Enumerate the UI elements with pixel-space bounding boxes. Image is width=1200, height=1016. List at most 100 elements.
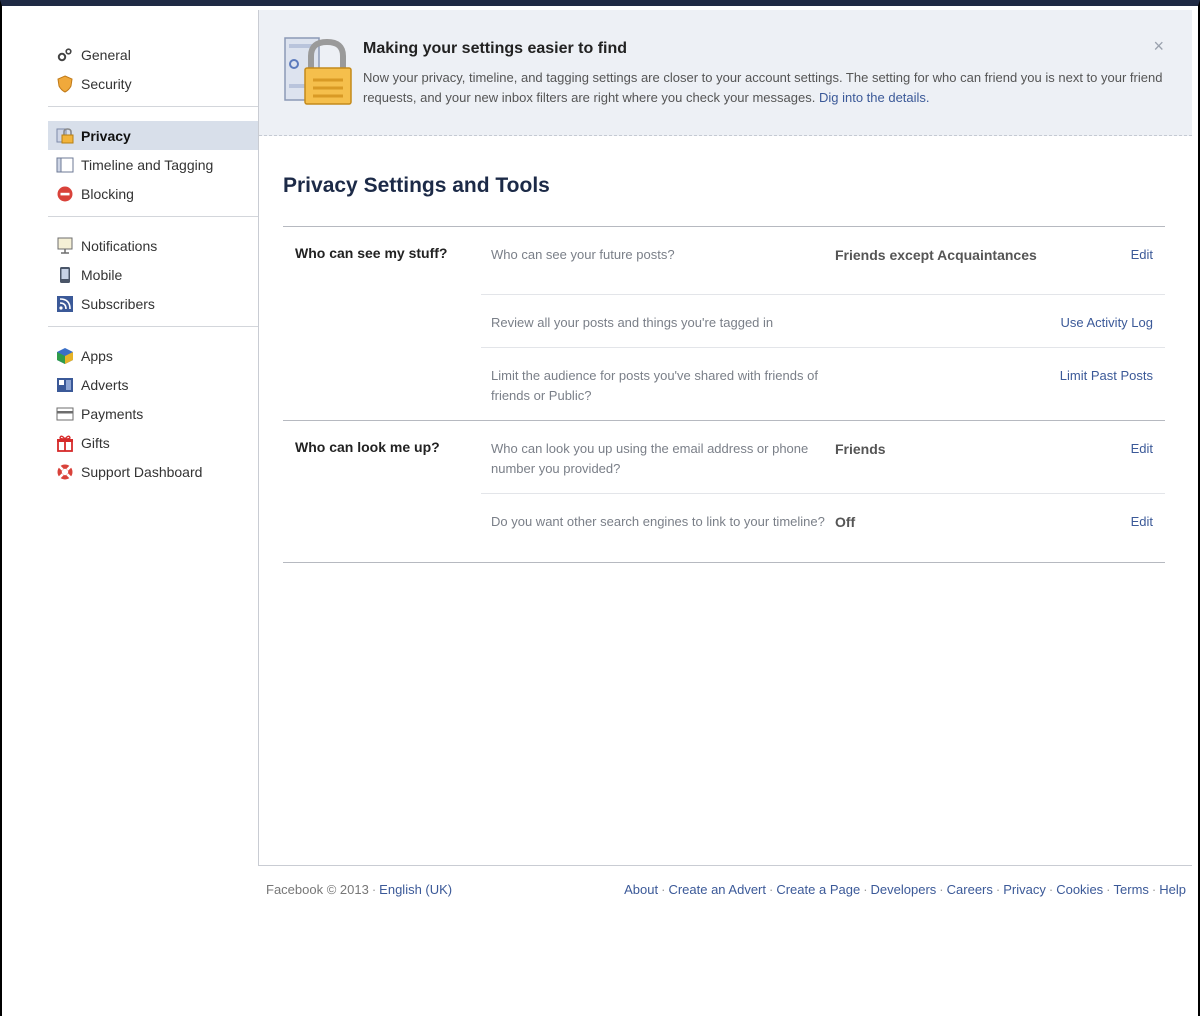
sidebar-item-security[interactable]: Security (48, 69, 258, 98)
edit-future-posts-link[interactable]: Edit (1131, 247, 1153, 262)
sidebar-item-mobile[interactable]: Mobile (48, 260, 258, 289)
sidebar-item-label: Subscribers (81, 295, 155, 312)
notice-title: Making your settings easier to find (363, 40, 628, 57)
setting-value (835, 366, 1045, 406)
use-activity-log-link[interactable]: Use Activity Log (1061, 315, 1154, 330)
sidebar-group-account: General Security (48, 36, 258, 107)
footer-separator: · (863, 882, 868, 897)
sidebar-item-notifications[interactable]: Notifications (48, 231, 258, 260)
sidebar-item-gifts[interactable]: Gifts (48, 428, 258, 457)
sidebar-item-label: Security (81, 75, 132, 92)
footer-separator: · (995, 882, 1001, 897)
page-title: Privacy Settings and Tools (283, 174, 550, 197)
notice-body: Now your privacy, timeline, and tagging … (363, 68, 1163, 108)
sidebar-item-subscribers[interactable]: Subscribers (48, 289, 258, 318)
setting-question: Who can see your future posts? (491, 247, 675, 262)
close-icon[interactable]: × (1153, 36, 1164, 57)
footer-left: Facebook © 2013 · English (UK) (266, 882, 452, 897)
footer-link-cookies[interactable]: Cookies (1056, 882, 1103, 897)
sidebar-group-apps: Apps Adverts Payments Gifts Support Dash… (48, 337, 258, 494)
block-icon (57, 186, 73, 201)
sidebar-item-adverts[interactable]: Adverts (48, 370, 258, 399)
timeline-icon (56, 157, 74, 172)
section-label: Who can see my stuff? (295, 245, 448, 261)
sidebar-item-label: Support Dashboard (81, 463, 203, 480)
sidebar-item-label: Mobile (81, 266, 123, 283)
adverts-icon (57, 377, 73, 392)
sidebar-item-label: Payments (81, 405, 144, 422)
gift-icon (57, 435, 73, 452)
setting-row-email-lookup: Who can look you up using the email addr… (481, 421, 1165, 494)
lifebuoy-icon (57, 464, 73, 479)
footer-separator: · (939, 882, 944, 897)
footer-link-create-page[interactable]: Create a Page (776, 882, 860, 897)
footer-separator: · (661, 882, 666, 897)
setting-row-search-engines: Do you want other search engines to link… (481, 494, 1165, 562)
settings-lock-icon (284, 37, 352, 105)
sidebar-item-label: Adverts (81, 376, 129, 393)
footer-link-careers[interactable]: Careers (947, 882, 993, 897)
settings-sidebar: General Security Privacy Timeline and Ta… (48, 36, 258, 494)
notification-icon (57, 237, 73, 254)
footer-separator: · (371, 882, 377, 897)
mobile-icon (60, 266, 70, 283)
credit-card-icon (56, 407, 74, 420)
setting-question: Who can look you up using the email addr… (491, 441, 809, 476)
footer-separator: · (1151, 882, 1157, 897)
lock-icon (56, 127, 74, 143)
setting-value: Friends (835, 441, 886, 457)
sidebar-group-notifications: Notifications Mobile Subscribers (48, 227, 258, 327)
footer-link-about[interactable]: About (624, 882, 658, 897)
copyright-text: Facebook © 2013 (266, 882, 369, 897)
settings-notice-banner: Making your settings easier to find Now … (259, 10, 1192, 136)
sidebar-item-label: Blocking (81, 185, 134, 202)
privacy-settings-table: Who can see my stuff? Who can see your f… (283, 226, 1165, 563)
sidebar-item-privacy[interactable]: Privacy (48, 121, 258, 150)
sidebar-group-privacy: Privacy Timeline and Tagging Blocking (48, 117, 258, 217)
setting-row-future-posts: Who can see your future posts? Friends e… (481, 227, 1165, 295)
sidebar-item-label: General (81, 46, 131, 63)
footer-separator: · (1048, 882, 1054, 897)
sidebar-item-apps[interactable]: Apps (48, 341, 258, 370)
dig-into-details-link[interactable]: Dig into the details. (819, 90, 930, 105)
setting-question: Do you want other search engines to link… (491, 514, 825, 529)
setting-value: Friends except Acquaintances (835, 247, 1037, 263)
sidebar-item-timeline-tagging[interactable]: Timeline and Tagging (48, 150, 258, 179)
section-label: Who can look me up? (295, 439, 440, 455)
footer-link-developers[interactable]: Developers (871, 882, 937, 897)
gears-icon (57, 47, 72, 61)
sidebar-item-label: Apps (81, 347, 113, 364)
sidebar-item-support-dashboard[interactable]: Support Dashboard (48, 457, 258, 486)
shield-icon (57, 74, 73, 93)
sidebar-item-label: Privacy (81, 127, 131, 144)
sidebar-item-general[interactable]: General (48, 40, 258, 69)
edit-search-engines-link[interactable]: Edit (1131, 514, 1153, 529)
footer-link-create-advert[interactable]: Create an Advert (668, 882, 766, 897)
language-link[interactable]: English (UK) (379, 882, 452, 897)
setting-row-limit-past-posts: Limit the audience for posts you've shar… (481, 348, 1165, 420)
setting-question: Limit the audience for posts you've shar… (491, 368, 818, 403)
edit-email-lookup-link[interactable]: Edit (1131, 441, 1153, 456)
setting-value (835, 313, 1045, 333)
notice-text: Now your privacy, timeline, and tagging … (363, 70, 1163, 105)
rss-icon (57, 295, 73, 312)
main-panel: Making your settings easier to find Now … (258, 10, 1192, 866)
setting-value: Off (835, 514, 856, 530)
sidebar-item-blocking[interactable]: Blocking (48, 179, 258, 208)
sidebar-item-label: Gifts (81, 434, 110, 451)
setting-question: Review all your posts and things you're … (491, 315, 774, 330)
sidebar-item-payments[interactable]: Payments (48, 399, 258, 428)
footer-separator: · (1106, 882, 1111, 897)
limit-past-posts-link[interactable]: Limit Past Posts (1060, 368, 1153, 383)
sidebar-item-label: Timeline and Tagging (81, 156, 214, 173)
footer-link-help[interactable]: Help (1159, 882, 1186, 897)
section-who-can-see-my-stuff: Who can see my stuff? Who can see your f… (283, 227, 1165, 421)
apps-icon (57, 347, 73, 364)
footer-links: About · Create an Advert · Create a Page · Dev… (624, 882, 1186, 897)
section-who-can-look-me-up: Who can look me up? Who can look you up … (283, 421, 1165, 563)
footer-link-terms[interactable]: Terms (1114, 882, 1149, 897)
sidebar-item-label: Notifications (81, 237, 158, 254)
setting-row-activity-log: Review all your posts and things you're … (481, 295, 1165, 348)
footer-link-privacy[interactable]: Privacy (1003, 882, 1046, 897)
footer-separator: · (769, 882, 774, 897)
